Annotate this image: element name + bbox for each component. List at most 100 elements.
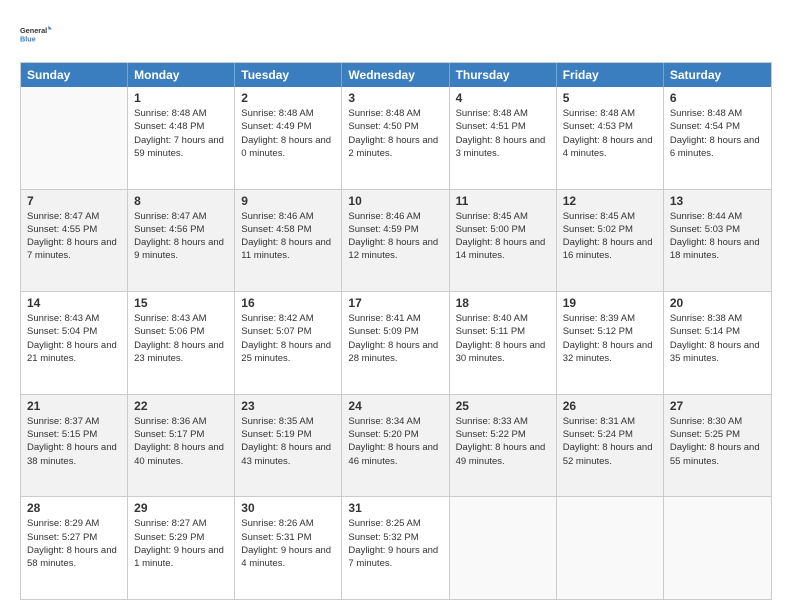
sunrise-text: Sunrise: 8:29 AM — [27, 517, 121, 530]
day-number: 2 — [241, 91, 335, 105]
daylight-text: Daylight: 8 hours and 52 minutes. — [563, 441, 657, 468]
calendar-cell: 7 Sunrise: 8:47 AM Sunset: 4:55 PM Dayli… — [21, 190, 128, 292]
sunset-text: Sunset: 4:48 PM — [134, 120, 228, 133]
sunrise-text: Sunrise: 8:27 AM — [134, 517, 228, 530]
sunset-text: Sunset: 5:22 PM — [456, 428, 550, 441]
sunrise-text: Sunrise: 8:26 AM — [241, 517, 335, 530]
sunrise-text: Sunrise: 8:37 AM — [27, 415, 121, 428]
calendar-cell: 9 Sunrise: 8:46 AM Sunset: 4:58 PM Dayli… — [235, 190, 342, 292]
day-number: 29 — [134, 501, 228, 515]
calendar-cell: 6 Sunrise: 8:48 AM Sunset: 4:54 PM Dayli… — [664, 87, 771, 189]
sunrise-text: Sunrise: 8:30 AM — [670, 415, 765, 428]
sunset-text: Sunset: 5:03 PM — [670, 223, 765, 236]
day-number: 9 — [241, 194, 335, 208]
page: General Blue SundayMondayTuesdayWednesda… — [0, 0, 792, 612]
calendar-cell — [557, 497, 664, 599]
day-number: 17 — [348, 296, 442, 310]
day-number: 7 — [27, 194, 121, 208]
daylight-text: Daylight: 8 hours and 12 minutes. — [348, 236, 442, 263]
sunset-text: Sunset: 5:07 PM — [241, 325, 335, 338]
sunset-text: Sunset: 5:12 PM — [563, 325, 657, 338]
day-number: 3 — [348, 91, 442, 105]
daylight-text: Daylight: 8 hours and 28 minutes. — [348, 339, 442, 366]
day-number: 1 — [134, 91, 228, 105]
calendar-cell: 29 Sunrise: 8:27 AM Sunset: 5:29 PM Dayl… — [128, 497, 235, 599]
calendar-row-1: 1 Sunrise: 8:48 AM Sunset: 4:48 PM Dayli… — [21, 87, 771, 189]
sunrise-text: Sunrise: 8:34 AM — [348, 415, 442, 428]
daylight-text: Daylight: 8 hours and 2 minutes. — [348, 134, 442, 161]
sunrise-text: Sunrise: 8:41 AM — [348, 312, 442, 325]
daylight-text: Daylight: 8 hours and 55 minutes. — [670, 441, 765, 468]
calendar-cell: 23 Sunrise: 8:35 AM Sunset: 5:19 PM Dayl… — [235, 395, 342, 497]
sunrise-text: Sunrise: 8:42 AM — [241, 312, 335, 325]
daylight-text: Daylight: 8 hours and 40 minutes. — [134, 441, 228, 468]
daylight-text: Daylight: 8 hours and 23 minutes. — [134, 339, 228, 366]
day-number: 26 — [563, 399, 657, 413]
sunrise-text: Sunrise: 8:48 AM — [348, 107, 442, 120]
sunrise-text: Sunrise: 8:33 AM — [456, 415, 550, 428]
calendar-header: SundayMondayTuesdayWednesdayThursdayFrid… — [21, 63, 771, 87]
daylight-text: Daylight: 8 hours and 25 minutes. — [241, 339, 335, 366]
sunrise-text: Sunrise: 8:47 AM — [27, 210, 121, 223]
calendar-cell: 14 Sunrise: 8:43 AM Sunset: 5:04 PM Dayl… — [21, 292, 128, 394]
calendar-cell: 5 Sunrise: 8:48 AM Sunset: 4:53 PM Dayli… — [557, 87, 664, 189]
day-number: 8 — [134, 194, 228, 208]
sunset-text: Sunset: 4:49 PM — [241, 120, 335, 133]
day-number: 27 — [670, 399, 765, 413]
calendar-cell: 12 Sunrise: 8:45 AM Sunset: 5:02 PM Dayl… — [557, 190, 664, 292]
header-day-thursday: Thursday — [450, 63, 557, 87]
header-day-wednesday: Wednesday — [342, 63, 449, 87]
sunrise-text: Sunrise: 8:36 AM — [134, 415, 228, 428]
calendar-cell: 2 Sunrise: 8:48 AM Sunset: 4:49 PM Dayli… — [235, 87, 342, 189]
calendar-cell: 3 Sunrise: 8:48 AM Sunset: 4:50 PM Dayli… — [342, 87, 449, 189]
calendar-cell: 4 Sunrise: 8:48 AM Sunset: 4:51 PM Dayli… — [450, 87, 557, 189]
daylight-text: Daylight: 8 hours and 11 minutes. — [241, 236, 335, 263]
sunrise-text: Sunrise: 8:25 AM — [348, 517, 442, 530]
calendar-row-2: 7 Sunrise: 8:47 AM Sunset: 4:55 PM Dayli… — [21, 189, 771, 292]
sunset-text: Sunset: 5:09 PM — [348, 325, 442, 338]
day-number: 14 — [27, 296, 121, 310]
day-number: 12 — [563, 194, 657, 208]
header-day-saturday: Saturday — [664, 63, 771, 87]
header-day-friday: Friday — [557, 63, 664, 87]
daylight-text: Daylight: 8 hours and 14 minutes. — [456, 236, 550, 263]
day-number: 30 — [241, 501, 335, 515]
header-day-monday: Monday — [128, 63, 235, 87]
calendar-cell: 10 Sunrise: 8:46 AM Sunset: 4:59 PM Dayl… — [342, 190, 449, 292]
sunrise-text: Sunrise: 8:40 AM — [456, 312, 550, 325]
sunset-text: Sunset: 4:55 PM — [27, 223, 121, 236]
logo-svg: General Blue — [20, 16, 52, 52]
day-number: 31 — [348, 501, 442, 515]
daylight-text: Daylight: 8 hours and 16 minutes. — [563, 236, 657, 263]
header-day-sunday: Sunday — [21, 63, 128, 87]
daylight-text: Daylight: 8 hours and 3 minutes. — [456, 134, 550, 161]
day-number: 21 — [27, 399, 121, 413]
daylight-text: Daylight: 8 hours and 32 minutes. — [563, 339, 657, 366]
day-number: 20 — [670, 296, 765, 310]
daylight-text: Daylight: 8 hours and 46 minutes. — [348, 441, 442, 468]
sunset-text: Sunset: 5:25 PM — [670, 428, 765, 441]
sunset-text: Sunset: 5:06 PM — [134, 325, 228, 338]
calendar-row-5: 28 Sunrise: 8:29 AM Sunset: 5:27 PM Dayl… — [21, 496, 771, 599]
daylight-text: Daylight: 9 hours and 4 minutes. — [241, 544, 335, 571]
sunset-text: Sunset: 5:14 PM — [670, 325, 765, 338]
daylight-text: Daylight: 9 hours and 1 minute. — [134, 544, 228, 571]
day-number: 23 — [241, 399, 335, 413]
calendar-row-3: 14 Sunrise: 8:43 AM Sunset: 5:04 PM Dayl… — [21, 291, 771, 394]
calendar-cell: 19 Sunrise: 8:39 AM Sunset: 5:12 PM Dayl… — [557, 292, 664, 394]
calendar-cell: 28 Sunrise: 8:29 AM Sunset: 5:27 PM Dayl… — [21, 497, 128, 599]
calendar-cell: 31 Sunrise: 8:25 AM Sunset: 5:32 PM Dayl… — [342, 497, 449, 599]
header: General Blue — [20, 16, 772, 52]
calendar: SundayMondayTuesdayWednesdayThursdayFrid… — [20, 62, 772, 600]
sunset-text: Sunset: 5:02 PM — [563, 223, 657, 236]
day-number: 10 — [348, 194, 442, 208]
calendar-cell: 27 Sunrise: 8:30 AM Sunset: 5:25 PM Dayl… — [664, 395, 771, 497]
sunrise-text: Sunrise: 8:48 AM — [241, 107, 335, 120]
daylight-text: Daylight: 8 hours and 38 minutes. — [27, 441, 121, 468]
daylight-text: Daylight: 8 hours and 21 minutes. — [27, 339, 121, 366]
daylight-text: Daylight: 8 hours and 9 minutes. — [134, 236, 228, 263]
sunset-text: Sunset: 5:27 PM — [27, 531, 121, 544]
sunset-text: Sunset: 4:59 PM — [348, 223, 442, 236]
daylight-text: Daylight: 8 hours and 7 minutes. — [27, 236, 121, 263]
sunrise-text: Sunrise: 8:46 AM — [348, 210, 442, 223]
